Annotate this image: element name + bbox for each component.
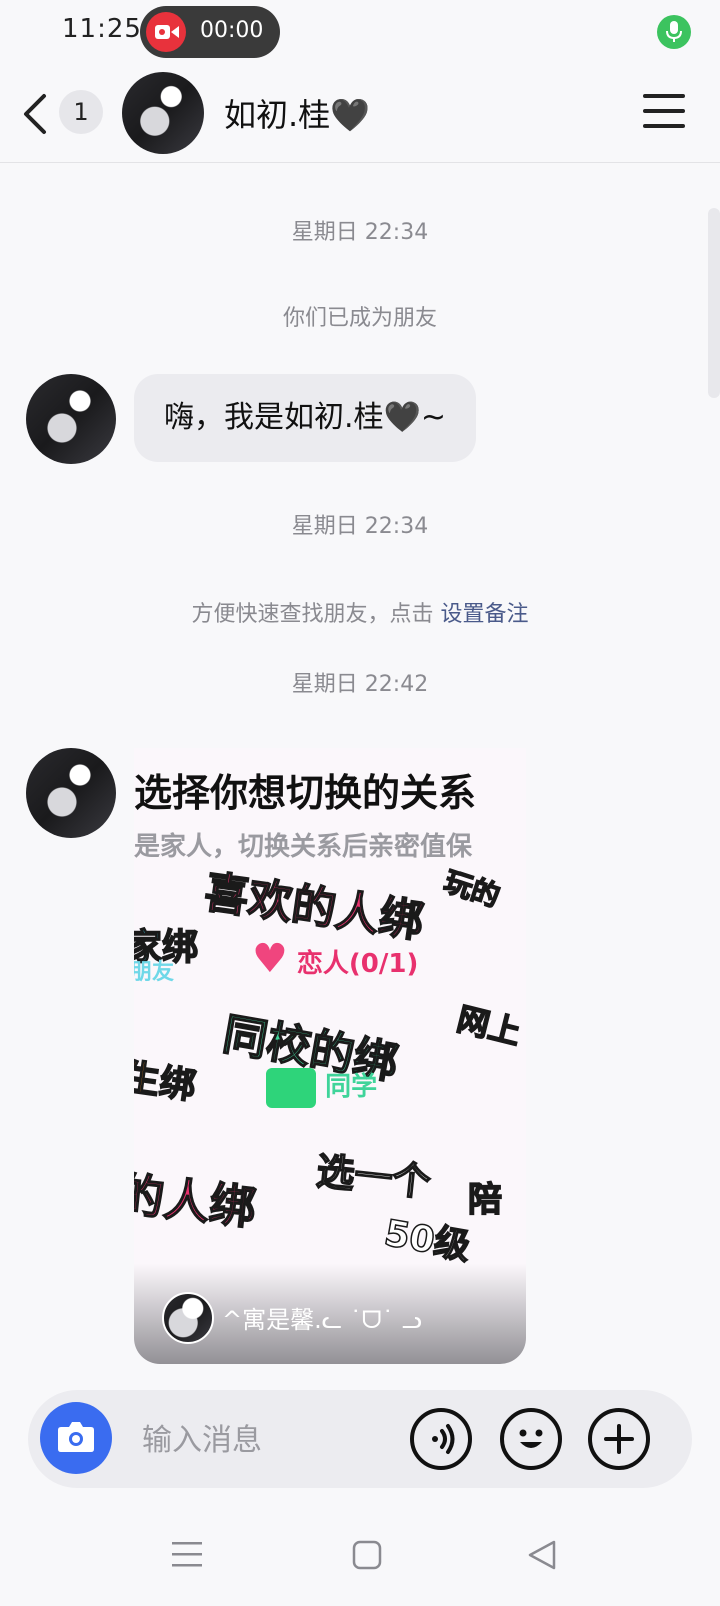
back-arrow-icon[interactable] [20, 92, 50, 140]
chat-header: 1 如初.桂🖤 [0, 70, 720, 163]
status-time: 11:25 [62, 14, 142, 44]
camera-icon [58, 1422, 94, 1452]
set-remark-link[interactable]: 设置备注 [440, 602, 528, 627]
menu-icon[interactable] [643, 94, 685, 132]
sticker-text: 陪 [467, 1179, 503, 1221]
screen-recording-pill[interactable]: 00:00 [140, 6, 280, 58]
add-button[interactable] [588, 1408, 650, 1470]
contact-avatar[interactable] [122, 72, 204, 154]
timestamp: 星期日 22:34 [291, 514, 429, 539]
card-footer: ^寓是馨.ᓚ ˙ᗜ˙ ᓗ [134, 1264, 526, 1364]
voice-icon [432, 1424, 455, 1454]
sticker-text: 50级 [381, 1212, 474, 1269]
sticker-text: 选一个 [314, 1148, 433, 1205]
emoji-button[interactable] [500, 1408, 562, 1470]
recents-icon[interactable] [172, 1540, 202, 1568]
voice-button[interactable] [410, 1408, 472, 1470]
sticker-text: 的人绑 [134, 1166, 259, 1236]
message-input[interactable] [140, 1412, 394, 1468]
recording-timer: 00:00 [200, 18, 264, 43]
remark-prompt-text: 方便快速查找朋友，点击 [191, 602, 441, 627]
sticker-text: ♥ 恋人(0/1) [252, 936, 418, 982]
tshirt-icon [266, 1067, 316, 1108]
message-bubble[interactable]: 嗨，我是如初.桂🖤~ [134, 374, 477, 462]
author-name: ^寓是馨.ᓚ ˙ᗜ˙ ᓗ [222, 1306, 422, 1334]
home-icon[interactable] [352, 1540, 382, 1570]
sticker-text: 朋友 [134, 960, 175, 985]
remark-prompt: 方便快速查找朋友，点击 设置备注 [0, 596, 720, 628]
timestamp: 星期日 22:42 [291, 672, 429, 697]
heart-icon: ♥ [252, 936, 288, 982]
sender-avatar[interactable] [26, 374, 116, 464]
sticker-label: 同学 [325, 1072, 378, 1102]
card-subtitle: 是家人，切换关系后亲密值保 [134, 832, 473, 862]
emoji-icon [519, 1429, 543, 1448]
sender-avatar[interactable] [26, 748, 116, 838]
sticker-text: 玩的 [440, 864, 505, 914]
plus-icon [604, 1424, 634, 1454]
contact-name[interactable]: 如初.桂🖤 [224, 90, 370, 136]
timestamp: 星期日 22:34 [291, 220, 429, 245]
author-avatar [162, 1292, 214, 1344]
camera-button[interactable] [40, 1402, 112, 1474]
sticker-text: 生绑 [134, 1056, 199, 1108]
video-camera-icon [146, 12, 186, 52]
system-message: 你们已成为朋友 [282, 306, 437, 331]
microphone-icon [657, 15, 691, 49]
card-title: 选择你想切换的关系 [134, 771, 477, 815]
sticker-text: 网上 [453, 999, 526, 1053]
unread-count-badge[interactable]: 1 [59, 90, 103, 134]
video-card[interactable]: 选择你想切换的关系 是家人，切换关系后亲密值保 喜欢的人绑 ♥ 恋人(0/1) … [134, 748, 526, 1364]
triangle-back-icon[interactable] [528, 1540, 556, 1570]
sticker-label: 恋人(0/1) [296, 949, 419, 979]
sticker-text: 同学 [266, 1066, 377, 1108]
